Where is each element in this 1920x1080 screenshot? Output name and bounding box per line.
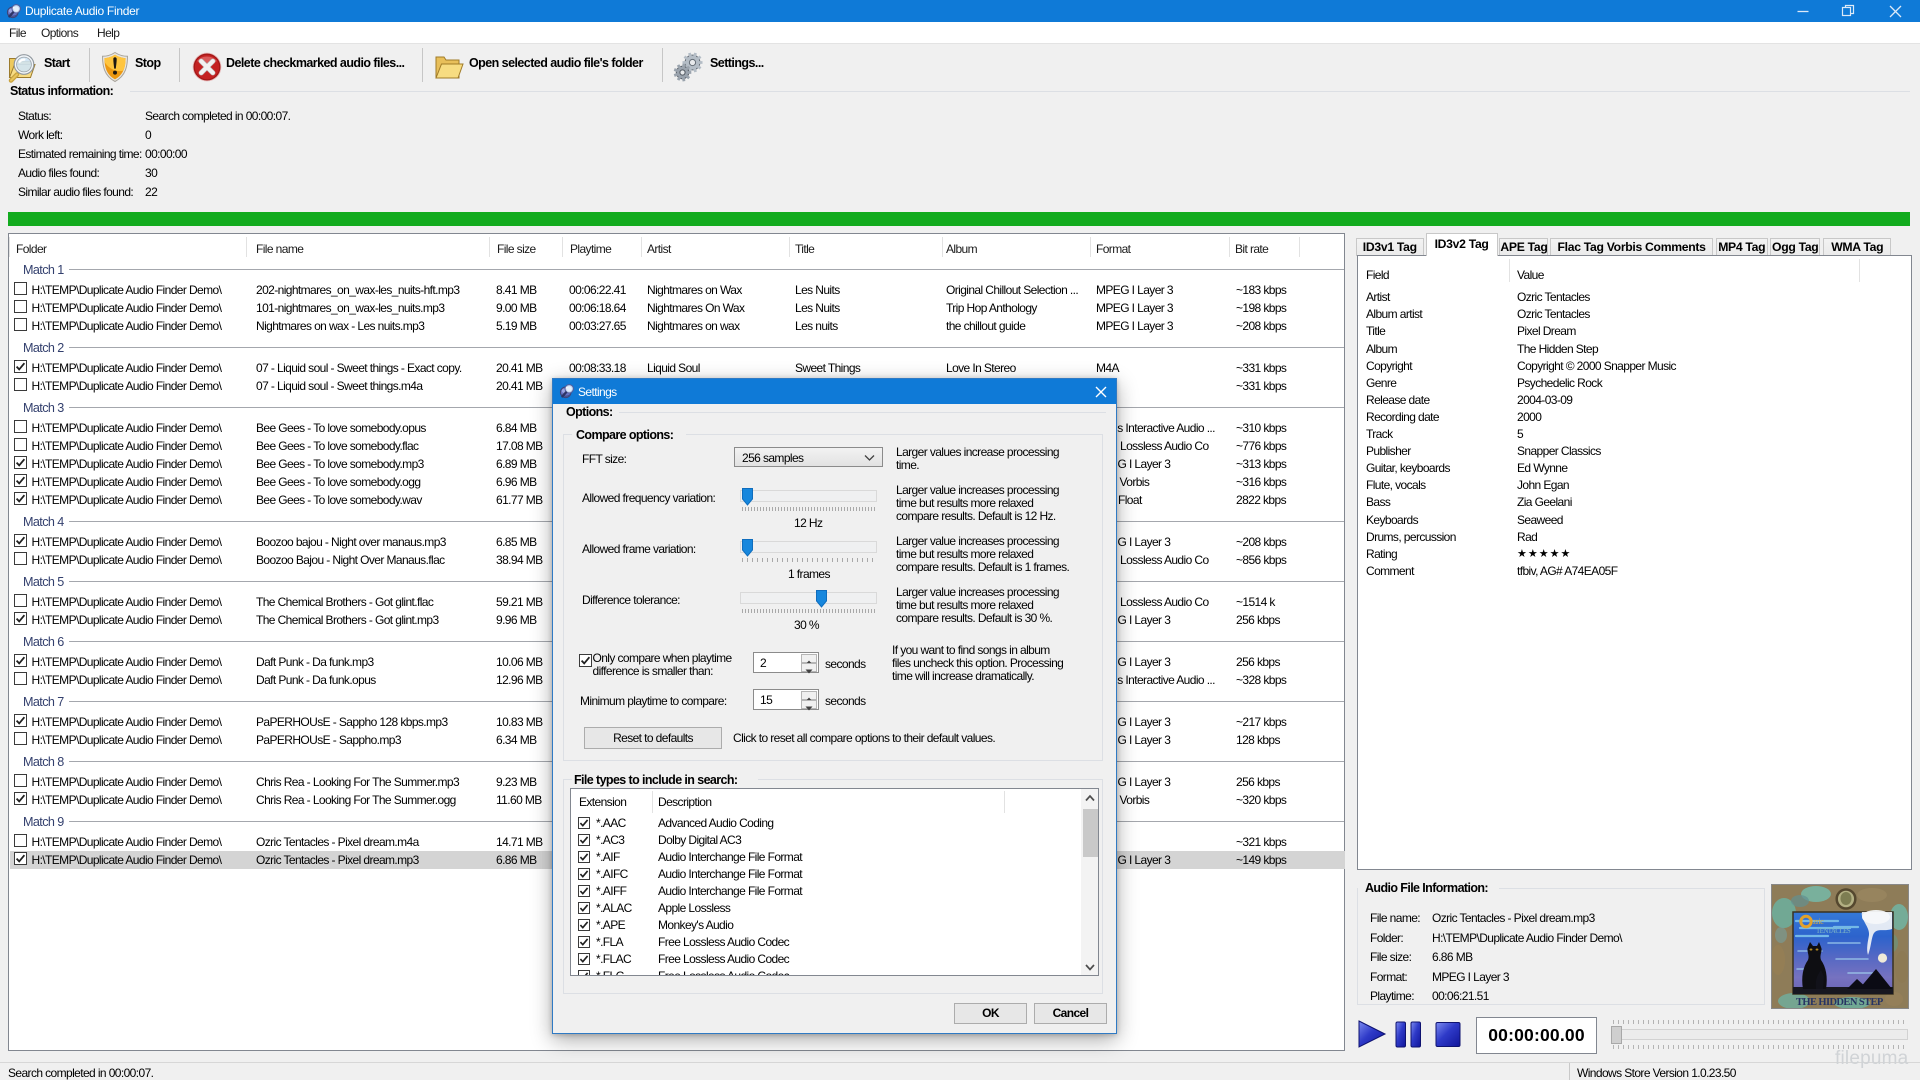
svg-text:THE HIDDEN STEP: THE HIDDEN STEP <box>1796 997 1884 1008</box>
svg-text:zric: zric <box>1813 916 1824 926</box>
svg-text:TENTACLES: TENTACLES <box>1816 927 1851 935</box>
